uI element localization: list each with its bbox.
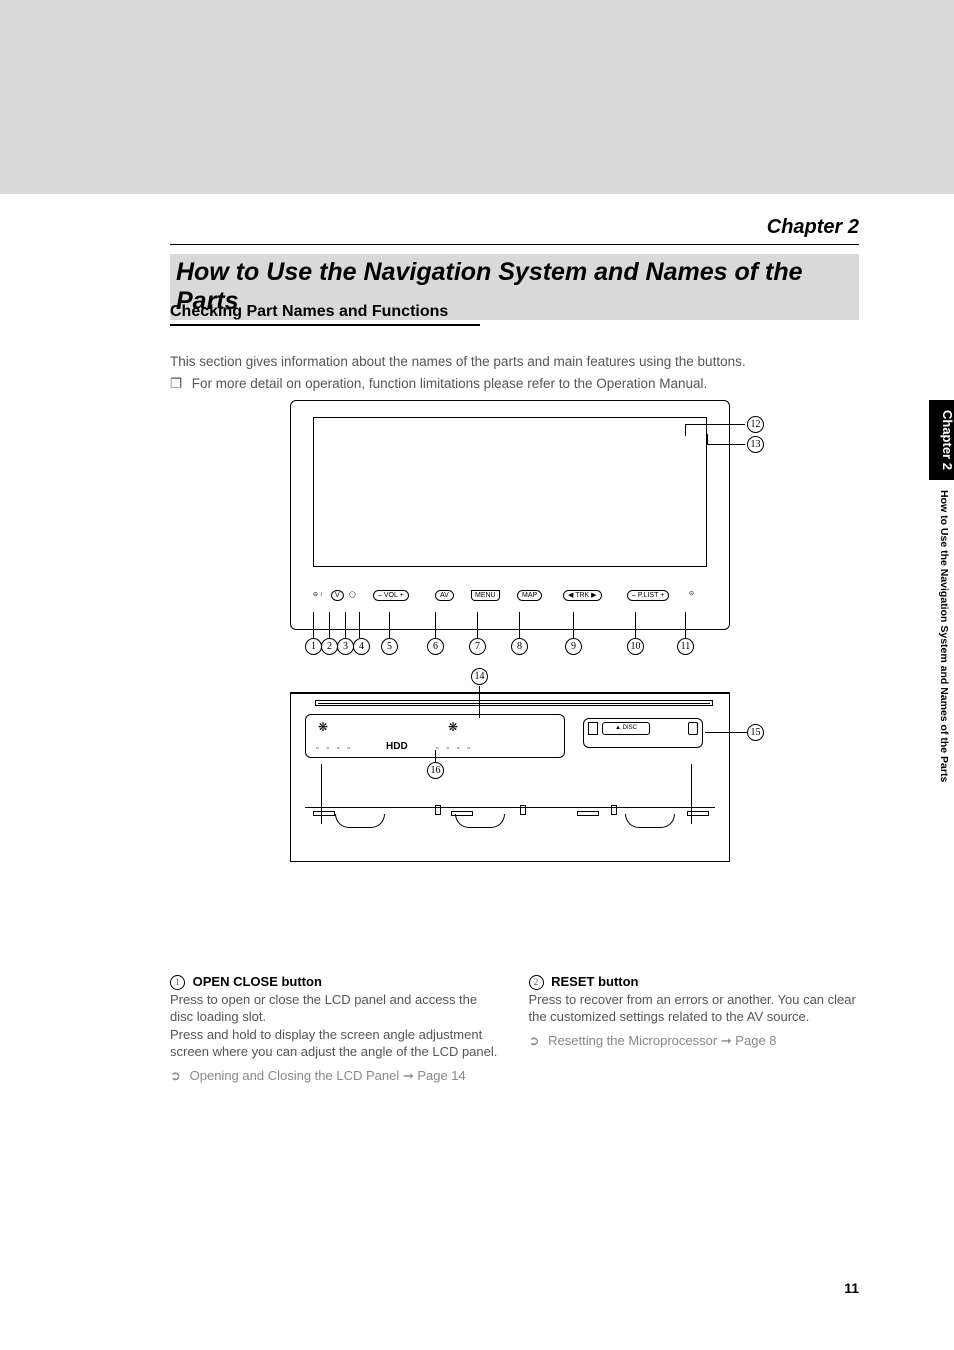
lead-13v [707, 434, 708, 444]
bot-curve-3 [625, 814, 675, 828]
lead-13 [707, 444, 745, 445]
num-1-icon: 1 [170, 975, 185, 990]
btn-6-av: AV [435, 590, 454, 601]
col1-ref-text: Opening and Closing the LCD Panel ➞ Page… [190, 1068, 466, 1083]
bot-sq-1 [435, 805, 441, 815]
col2-ref: ➲ Resetting the Microprocessor ➞ Page 8 [529, 1032, 860, 1050]
dots-right: ▫ ▫ ▫ ▫ [436, 745, 473, 752]
disc-side-left [588, 722, 598, 735]
callout-7: 7 [469, 638, 486, 655]
lead-11 [685, 612, 686, 638]
bot-curve-2 [455, 814, 505, 828]
callout-14: 14 [471, 668, 488, 685]
callout-12: 12 [747, 416, 764, 433]
btn-8-map: MAP [517, 590, 542, 601]
col-open-close: 1 OPEN CLOSE button Press to open or clo… [170, 973, 501, 1084]
lead-16 [435, 750, 436, 762]
lead-8 [519, 612, 520, 638]
intro-line-1: This section gives information about the… [170, 354, 859, 369]
callout-4: 4 [353, 638, 370, 655]
col2-ref-text: Resetting the Microprocessor ➞ Page 8 [548, 1033, 776, 1048]
btn-3: ◯ [349, 591, 356, 598]
lead-12 [685, 424, 745, 425]
page-number: 11 [844, 1280, 859, 1296]
chapter-label: Chapter 2 [170, 216, 859, 239]
col2-p1: Press to recover from an errors or anoth… [529, 991, 860, 1026]
separator [170, 244, 859, 245]
num-2-icon: 2 [529, 975, 544, 990]
btn-2-v: V [331, 590, 344, 601]
callout-10: 10 [627, 638, 644, 655]
lead-6 [435, 612, 436, 638]
callout-2: 2 [321, 638, 338, 655]
callout-13: 13 [747, 436, 764, 453]
section-heading: Checking Part Names and Functions [170, 302, 480, 326]
disc-side-right [688, 722, 698, 735]
ref-arrow-icon-2: ➲ [529, 1032, 545, 1050]
bot-rect-4 [687, 811, 709, 816]
lead-10 [635, 612, 636, 638]
callout-8: 8 [511, 638, 528, 655]
bullet-icon: ❐ [170, 376, 188, 392]
lead-4 [359, 612, 360, 638]
lead-5 [389, 612, 390, 638]
lead-7 [477, 612, 478, 638]
col1-p2: Press and hold to display the screen ang… [170, 1026, 501, 1061]
bot-curve-1 [335, 814, 385, 828]
dots-left: ▫ ▫ ▫ ▫ [316, 745, 353, 752]
side-chapter-tab: Chapter 2 [929, 400, 954, 480]
header-gray-block [0, 0, 954, 194]
device-diagram: ⊖ ↕ V ◯ – VOL + AV MENU MAP ◀ TRK ▶ – P.… [255, 400, 765, 862]
col1-ref: ➲ Opening and Closing the LCD Panel ➞ Pa… [170, 1067, 501, 1085]
col1-p1: Press to open or close the LCD panel and… [170, 991, 501, 1026]
intro-line-2-text: For more detail on operation, function l… [192, 376, 708, 391]
hdd-label: HDD [386, 741, 408, 752]
device-button-row: ⊖ ↕ V ◯ – VOL + AV MENU MAP ◀ TRK ▶ – P.… [311, 585, 709, 613]
bot-rect-3 [577, 811, 599, 816]
bot-sq-2 [520, 805, 526, 815]
btn-5-vol: – VOL + [373, 590, 409, 601]
col2-heading: RESET button [551, 974, 638, 989]
callout-5: 5 [381, 638, 398, 655]
col-reset: 2 RESET button Press to recover from an … [529, 973, 860, 1084]
vent-icon-left: ❋ [316, 721, 330, 735]
btn-7-menu: MENU [471, 590, 500, 601]
callout-16: 16 [427, 762, 444, 779]
lead-3 [345, 612, 346, 638]
disc-slot [315, 700, 713, 706]
lead-9 [573, 612, 574, 638]
callout-9: 9 [565, 638, 582, 655]
disc-eject-button: ▲ DISC [602, 722, 650, 735]
device-front: ⊖ ↕ V ◯ – VOL + AV MENU MAP ◀ TRK ▶ – P.… [290, 400, 730, 630]
btn-10-plist: – P.LIST + [627, 590, 669, 601]
callout-6: 6 [427, 638, 444, 655]
callout-1: 1 [305, 638, 322, 655]
btn-9-trk: ◀ TRK ▶ [563, 590, 602, 601]
btn-1-open-close: ⊖ ↕ [313, 591, 323, 598]
col1-heading: OPEN CLOSE button [193, 974, 322, 989]
disc-eject-panel: ▲ DISC [583, 718, 703, 748]
lead-12v [685, 424, 686, 436]
lead-2 [329, 612, 330, 638]
description-columns: 1 OPEN CLOSE button Press to open or clo… [170, 973, 859, 1084]
ref-arrow-icon: ➲ [170, 1067, 186, 1085]
device-screen [313, 417, 707, 567]
intro-line-2: ❐ For more detail on operation, function… [170, 376, 859, 392]
callout-11: 11 [677, 638, 694, 655]
side-chapter-text: How to Use the Navigation System and Nam… [932, 490, 950, 782]
vent-icon-right: ❋ [446, 721, 460, 735]
bottom-bar [305, 807, 715, 831]
callout-3: 3 [337, 638, 354, 655]
lead-15 [705, 732, 747, 733]
bot-sq-3 [611, 805, 617, 815]
lead-1 [313, 612, 314, 638]
btn-11: ⊝ [689, 590, 694, 597]
bot-rect-1 [313, 811, 335, 816]
device-tilted: ❋ ❋ ▫ ▫ ▫ ▫ HDD ▫ ▫ ▫ ▫ ▲ DISC 16 [290, 692, 730, 862]
callout-15: 15 [747, 724, 764, 741]
